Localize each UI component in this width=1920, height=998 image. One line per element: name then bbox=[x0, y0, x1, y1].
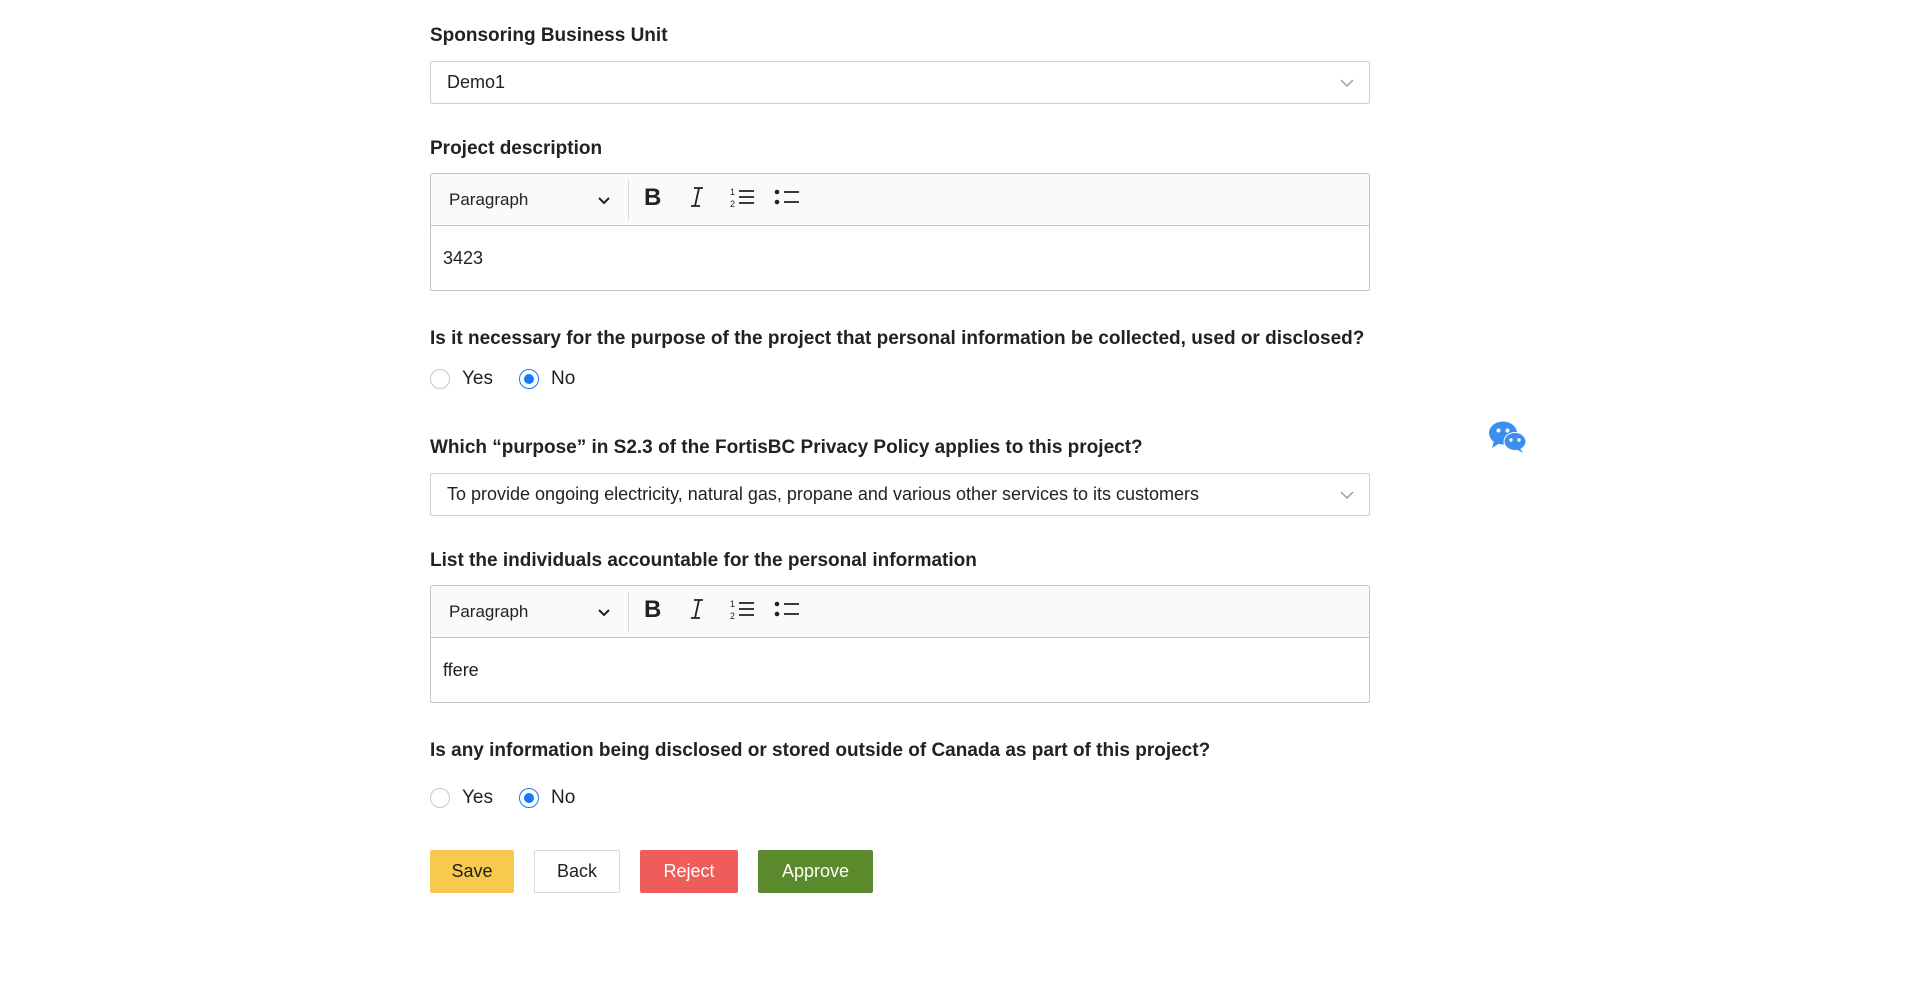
svg-text:1: 1 bbox=[730, 599, 735, 609]
italic-button[interactable] bbox=[675, 592, 719, 632]
outside-canada-yes-option[interactable]: Yes bbox=[430, 787, 493, 809]
accountable-editor: Paragraph B 1 2 ffere bbox=[430, 585, 1370, 703]
radio-yes[interactable] bbox=[430, 369, 450, 389]
svg-text:2: 2 bbox=[730, 199, 735, 208]
editor-toolbar: Paragraph B 1 2 bbox=[431, 586, 1369, 638]
bold-button[interactable]: B bbox=[630, 592, 674, 632]
back-button[interactable]: Back bbox=[534, 850, 620, 893]
italic-icon bbox=[689, 186, 705, 213]
radio-yes[interactable] bbox=[430, 788, 450, 808]
pi-necessary-radio-group: Yes No bbox=[430, 364, 1370, 394]
numbered-list-button[interactable]: 1 2 bbox=[720, 592, 764, 632]
block-format-select[interactable]: Paragraph bbox=[431, 179, 629, 220]
svg-text:B: B bbox=[644, 598, 661, 620]
reject-button[interactable]: Reject bbox=[640, 850, 738, 893]
bulleted-list-icon bbox=[774, 598, 800, 625]
purpose-label: Which “purpose” in S2.3 of the FortisBC … bbox=[430, 437, 1143, 458]
numbered-list-icon: 1 2 bbox=[729, 598, 755, 625]
accountable-label: List the individuals accountable for the… bbox=[430, 550, 977, 571]
italic-button[interactable] bbox=[675, 180, 719, 220]
sponsoring-unit-select[interactable]: Demo1 bbox=[430, 61, 1370, 104]
radio-yes-label: Yes bbox=[462, 368, 493, 389]
svg-text:1: 1 bbox=[730, 187, 735, 197]
radio-no[interactable] bbox=[519, 369, 539, 389]
outside-canada-no-option[interactable]: No bbox=[519, 787, 575, 809]
pi-necessary-yes-option[interactable]: Yes bbox=[430, 368, 493, 390]
sponsoring-unit-label: Sponsoring Business Unit bbox=[430, 25, 668, 46]
privacy-form: Sponsoring Business Unit Demo1 Project d… bbox=[430, 0, 1370, 893]
numbered-list-button[interactable]: 1 2 bbox=[720, 180, 764, 220]
block-format-value: Paragraph bbox=[449, 189, 529, 209]
project-description-label: Project description bbox=[430, 138, 603, 159]
chevron-down-icon bbox=[598, 190, 610, 210]
outside-canada-radio-group: Yes No bbox=[430, 783, 1370, 813]
italic-icon bbox=[689, 598, 705, 625]
bold-icon: B bbox=[643, 596, 661, 625]
editor-toolbar: Paragraph B 1 2 bbox=[431, 174, 1369, 226]
bold-icon: B bbox=[643, 184, 661, 213]
chevron-down-icon bbox=[1339, 78, 1355, 88]
approve-button[interactable]: Approve bbox=[758, 850, 873, 893]
pi-necessary-no-option[interactable]: No bbox=[519, 368, 575, 390]
chevron-down-icon bbox=[598, 602, 610, 622]
pi-necessary-question: Is it necessary for the purpose of the p… bbox=[430, 328, 1365, 349]
purpose-value: To provide ongoing electricity, natural … bbox=[447, 484, 1200, 504]
radio-no-label: No bbox=[551, 368, 576, 389]
block-format-value: Paragraph bbox=[449, 601, 529, 621]
bulleted-list-button[interactable] bbox=[765, 180, 809, 220]
sponsoring-unit-value: Demo1 bbox=[447, 72, 506, 92]
project-description-content[interactable]: 3423 bbox=[431, 226, 1369, 290]
radio-yes-label: Yes bbox=[462, 787, 493, 808]
accountable-content[interactable]: ffere bbox=[431, 638, 1369, 702]
chevron-down-icon bbox=[1339, 490, 1355, 500]
project-description-editor: Paragraph B 1 2 3423 bbox=[430, 173, 1370, 291]
wechat-icon[interactable] bbox=[1488, 420, 1528, 454]
radio-no-label: No bbox=[551, 787, 576, 808]
radio-no[interactable] bbox=[519, 788, 539, 808]
bold-button[interactable]: B bbox=[630, 180, 674, 220]
outside-canada-question: Is any information being disclosed or st… bbox=[430, 740, 1211, 761]
action-bar: Save Back Reject Approve bbox=[430, 850, 1370, 893]
bulleted-list-button[interactable] bbox=[765, 592, 809, 632]
svg-text:B: B bbox=[644, 186, 661, 208]
numbered-list-icon: 1 2 bbox=[729, 186, 755, 213]
bulleted-list-icon bbox=[774, 186, 800, 213]
block-format-select[interactable]: Paragraph bbox=[431, 591, 629, 632]
svg-text:2: 2 bbox=[730, 611, 735, 620]
save-button[interactable]: Save bbox=[430, 850, 514, 893]
purpose-select[interactable]: To provide ongoing electricity, natural … bbox=[430, 473, 1370, 516]
